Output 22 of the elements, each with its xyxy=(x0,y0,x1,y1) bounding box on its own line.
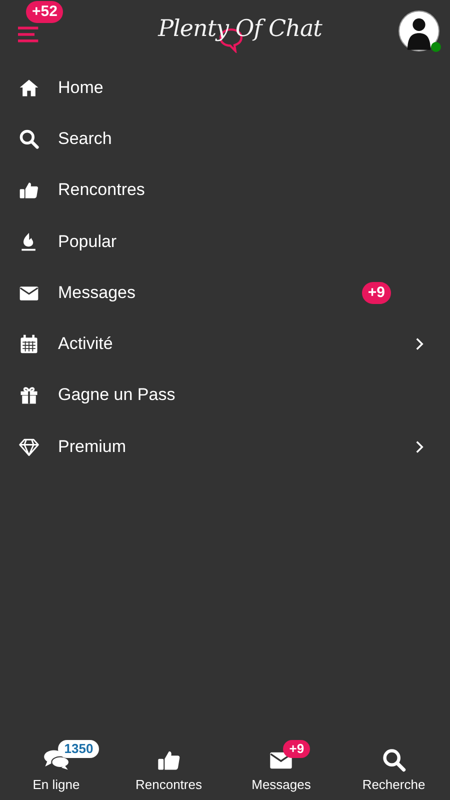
count-badge: +9 xyxy=(362,282,391,304)
nav-tab[interactable]: +9 Messages xyxy=(231,736,332,792)
menu-item[interactable]: Search xyxy=(0,113,450,165)
avatar[interactable] xyxy=(398,10,440,52)
nav-tab[interactable]: Rencontres xyxy=(118,736,219,792)
menu-item[interactable]: Rencontres xyxy=(0,164,450,216)
notification-badge: +52 xyxy=(26,1,64,23)
menu-item[interactable]: Home xyxy=(0,62,450,114)
count-badge: 1350 xyxy=(58,740,100,758)
menu-item[interactable]: Premium xyxy=(0,421,450,472)
menu-item[interactable]: Activité xyxy=(0,318,450,370)
gift-icon xyxy=(18,384,40,406)
nav-tab[interactable]: 1350 En ligne xyxy=(6,736,106,792)
nav-tab[interactable]: Recherche xyxy=(344,736,444,792)
menu-item[interactable]: Messages +9 xyxy=(0,267,450,318)
menu-button[interactable]: +52 xyxy=(18,1,82,47)
search-icon xyxy=(18,128,40,150)
calendar-icon xyxy=(18,333,40,356)
menu-item[interactable]: Gagne un Pass xyxy=(0,370,450,422)
menu-item[interactable]: Popular xyxy=(0,216,450,268)
count-badge: +9 xyxy=(283,740,310,758)
menu-icon xyxy=(18,24,40,44)
